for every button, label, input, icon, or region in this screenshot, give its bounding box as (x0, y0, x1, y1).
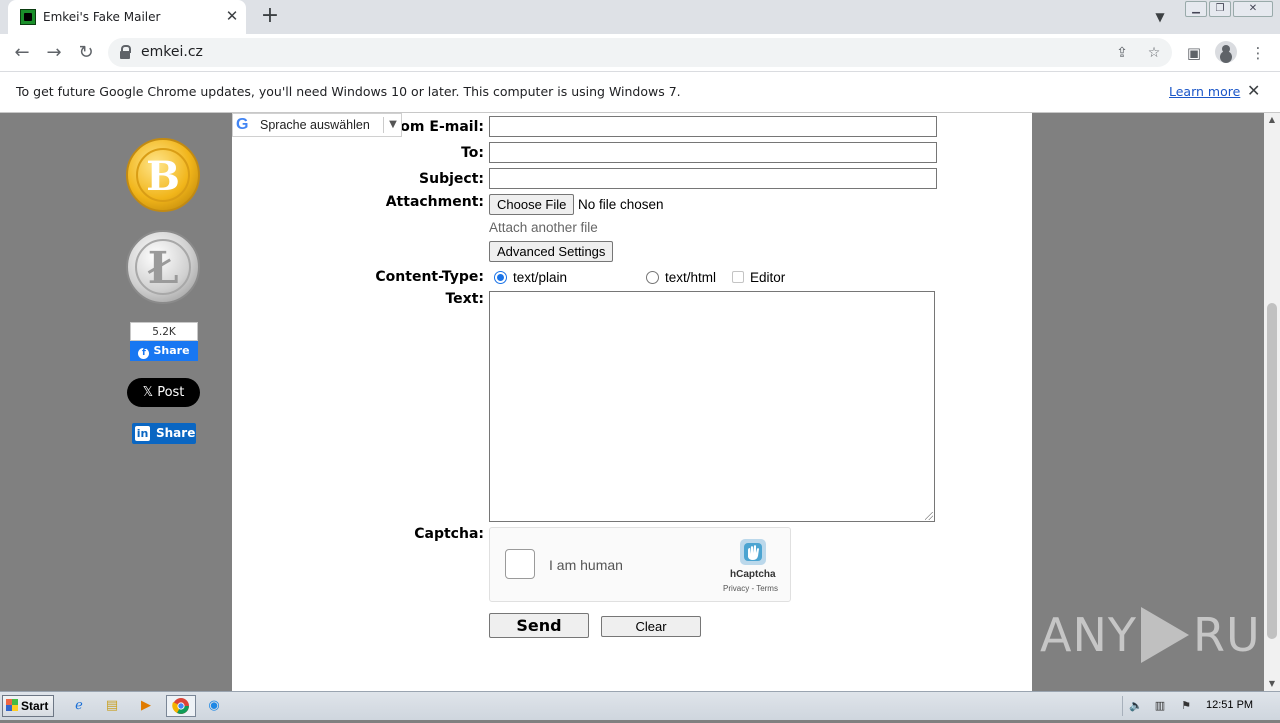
linkedin-share-label: Share (156, 426, 196, 440)
play-icon (1140, 607, 1189, 663)
x-post-label: Post (157, 385, 185, 400)
editor-label: Editor (750, 270, 786, 285)
window-close-button[interactable]: ✕ (1233, 1, 1273, 17)
to-label: To: (461, 145, 484, 161)
windows-logo-icon (6, 699, 18, 711)
to-input[interactable] (489, 142, 937, 163)
star-icon[interactable]: ☆ (1144, 43, 1164, 63)
share-icon[interactable]: ⇪ (1112, 43, 1132, 63)
hcaptcha-brand: hCaptcha (730, 569, 776, 580)
x-post-button[interactable]: 𝕏 Post (127, 378, 200, 407)
windows-taskbar: Start ℯ ▤ ▶ ◉ 🔈 ▥ ⚑ 12:51 PM (0, 691, 1280, 720)
menu-icon[interactable]: ⋮ (1247, 42, 1269, 64)
chrome-taskbar-icon[interactable] (166, 695, 196, 717)
url-text[interactable]: emkei.cz (141, 44, 203, 60)
chevron-down-icon[interactable]: ▼ (383, 117, 402, 133)
hcaptcha-terms-link[interactable]: Privacy - Terms (723, 584, 778, 593)
resize-grip-icon[interactable] (925, 512, 933, 520)
clear-button[interactable]: Clear (601, 616, 701, 637)
profile-icon[interactable] (1215, 41, 1237, 63)
learn-more-link[interactable]: Learn more (1169, 84, 1240, 99)
sidepanel-icon[interactable]: ▣ (1183, 42, 1205, 64)
bitcoin-icon[interactable]: B (126, 138, 200, 212)
editor-checkbox[interactable] (732, 271, 744, 283)
tab-title: Emkei's Fake Mailer (43, 10, 161, 24)
file-explorer-icon[interactable]: ▤ (100, 695, 124, 717)
taskbar-clock[interactable]: 12:51 PM (1206, 699, 1253, 711)
captcha-label: Captcha: (414, 526, 484, 542)
page-scrollbar[interactable]: ▲ ▼ (1264, 113, 1280, 691)
start-label: Start (21, 699, 49, 713)
minimize-button[interactable]: ▁ (1185, 1, 1207, 17)
start-button[interactable]: Start (2, 695, 54, 717)
linkedin-icon: in (135, 426, 150, 441)
linkedin-share-button[interactable]: in Share (132, 423, 196, 444)
attachment-label: Attachment: (385, 194, 484, 210)
reload-icon[interactable]: ↻ (73, 40, 99, 66)
text-plain-radio[interactable] (494, 271, 507, 284)
forward-icon[interactable]: → (41, 40, 67, 66)
from-email-input[interactable] (489, 116, 937, 137)
infobar-message: To get future Google Chrome updates, you… (16, 84, 681, 99)
text-plain-label: text/plain (513, 270, 568, 285)
scroll-down-icon[interactable]: ▼ (1264, 677, 1280, 691)
tab-close-icon[interactable]: ✕ (224, 8, 240, 24)
bitcoin-symbol: B (136, 148, 190, 202)
subject-label: Subject: (419, 171, 484, 187)
favicon-icon (20, 9, 36, 25)
advanced-settings-button[interactable]: Advanced Settings (489, 241, 614, 262)
google-g-icon: G (236, 116, 249, 133)
lock-icon[interactable] (120, 45, 131, 59)
choose-file-button[interactable]: Choose File (489, 194, 575, 215)
text-label: Text: (445, 291, 484, 307)
tab-strip: Emkei's Fake Mailer ✕ + ▼ ▁ ❐ ✕ (0, 0, 1280, 34)
send-button[interactable]: Send (489, 613, 589, 638)
subject-input[interactable] (489, 168, 937, 189)
attach-another-link[interactable]: Attach another file (489, 220, 598, 235)
action-center-flag-icon[interactable]: ⚑ (1178, 698, 1194, 714)
litecoin-icon[interactable]: Ł (126, 230, 200, 304)
watermark-left: ANY (1040, 608, 1137, 662)
internet-explorer-icon[interactable]: ℯ (67, 695, 91, 717)
network-icon[interactable]: ▥ (1152, 698, 1168, 714)
update-infobar: To get future Google Chrome updates, you… (0, 71, 1280, 113)
content-type-label: Content-Type: (375, 269, 484, 285)
message-textarea[interactable] (489, 291, 935, 522)
edge-icon[interactable]: ◉ (202, 695, 226, 717)
hcaptcha-logo-icon (740, 539, 766, 565)
facebook-share-button[interactable]: f Share (130, 341, 198, 361)
language-selector[interactable]: G Sprache auswählen ▼ (232, 113, 402, 137)
language-selector-label: Sprache auswählen (260, 118, 370, 132)
media-player-icon[interactable]: ▶ (134, 695, 158, 717)
text-html-label: text/html (665, 270, 717, 285)
tab-search-icon[interactable]: ▼ (1150, 7, 1170, 27)
facebook-share-label: Share (153, 344, 190, 357)
text-html-radio[interactable] (646, 271, 659, 284)
volume-icon[interactable]: 🔈 (1128, 698, 1144, 714)
restore-button[interactable]: ❐ (1209, 1, 1231, 17)
address-bar[interactable]: emkei.cz ⇪ ☆ (108, 38, 1172, 67)
anyrun-watermark: ANYRUN (1040, 607, 1280, 663)
new-tab-button[interactable]: + (258, 4, 282, 28)
browser-tab[interactable]: Emkei's Fake Mailer ✕ (8, 0, 246, 34)
hcaptcha-widget: I am human hCaptcha Privacy - Terms (489, 527, 791, 602)
facebook-icon: f (138, 348, 150, 359)
system-tray (1122, 696, 1127, 716)
chrome-icon (172, 698, 189, 714)
facebook-share-widget[interactable]: 5.2K f Share (130, 322, 198, 362)
captcha-checkbox-label: I am human (549, 557, 623, 573)
back-icon[interactable]: ← (9, 40, 35, 66)
scrollbar-thumb[interactable] (1267, 303, 1277, 639)
scroll-up-icon[interactable]: ▲ (1264, 113, 1280, 127)
captcha-checkbox[interactable] (505, 549, 535, 579)
x-icon: 𝕏 (142, 385, 158, 400)
litecoin-symbol: Ł (135, 239, 191, 295)
no-file-text: No file chosen (578, 197, 664, 212)
infobar-close-icon[interactable]: ✕ (1247, 81, 1260, 100)
fb-share-count: 5.2K (130, 322, 198, 341)
browser-toolbar: ← → ↻ emkei.cz ⇪ ☆ ▣ ⋮ (0, 34, 1280, 71)
page-viewport: B Ł 5.2K f Share 𝕏 Post in Share From E-m… (0, 113, 1280, 691)
